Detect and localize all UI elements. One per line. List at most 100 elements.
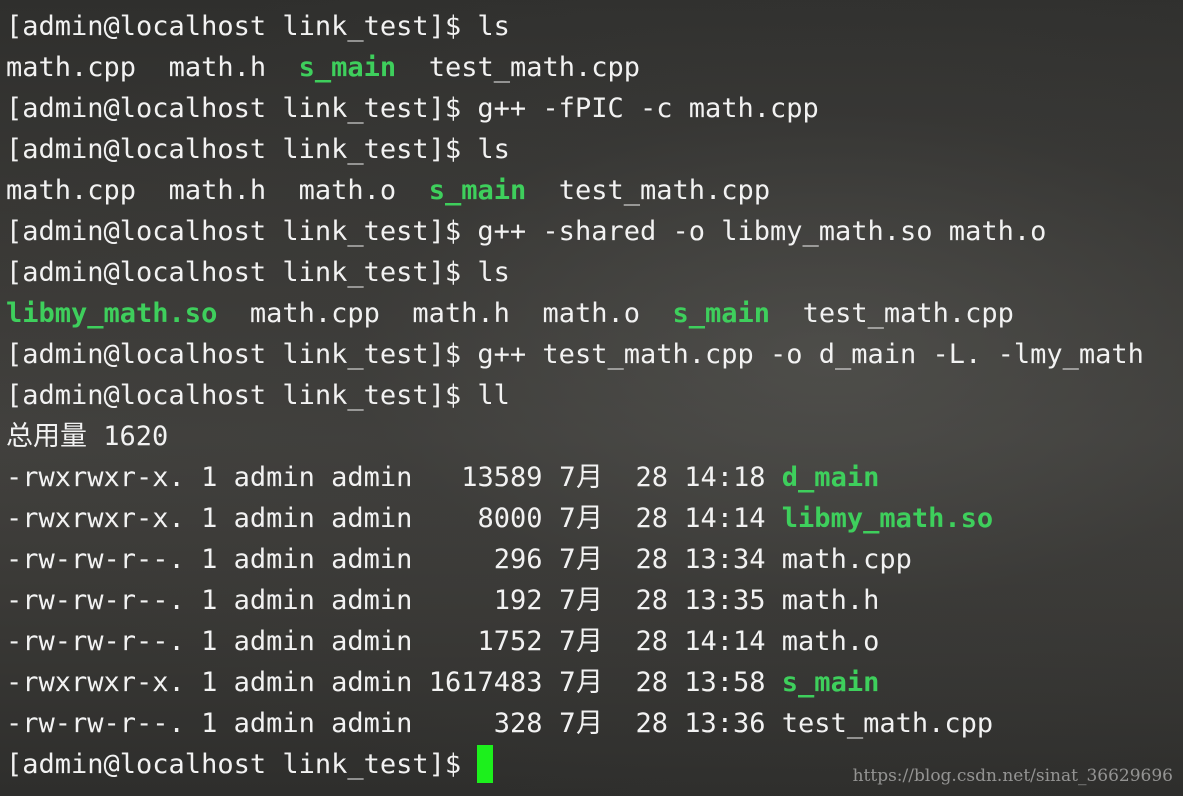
- file-permissions: -rw-rw-r--.: [6, 708, 185, 739]
- command-text: g++ -fPIC -c math.cpp: [477, 93, 819, 124]
- text-cursor: [477, 744, 494, 783]
- file-owner: admin: [233, 708, 315, 739]
- command-text: g++ -shared -o libmy_math.so math.o: [477, 216, 1047, 247]
- file-time: 13:35: [684, 585, 766, 616]
- file-size: 8000: [428, 503, 543, 534]
- file-day: 28: [635, 667, 668, 698]
- file-name: libmy_math.so: [781, 503, 994, 534]
- file-month: 7月: [558, 462, 603, 493]
- command-line: [admin@localhost link_test]$ ls: [6, 129, 510, 170]
- file-owner: admin: [233, 503, 315, 534]
- file-owner: admin: [233, 585, 315, 616]
- file-name: math.o: [781, 626, 880, 657]
- command-line: [admin@localhost link_test]$ ls: [6, 252, 510, 293]
- file-size: 296: [428, 544, 543, 575]
- file-listing-row: -rw-rw-r--. 1 admin admin 1752 7月 28 14:…: [6, 621, 879, 662]
- shell-prompt: [admin@localhost link_test]$: [6, 339, 478, 370]
- file-listing-row: -rw-rw-r--. 1 admin admin 192 7月 28 13:3…: [6, 580, 879, 621]
- file-owner: admin: [233, 544, 315, 575]
- file-name: math.cpp: [6, 52, 137, 83]
- file-size: 192: [428, 585, 543, 616]
- file-name: math.h: [781, 585, 880, 616]
- command-line: [admin@localhost link_test]$ ls: [6, 6, 510, 47]
- shell-prompt: [admin@localhost link_test]$: [6, 93, 478, 124]
- shell-prompt: [admin@localhost link_test]$: [6, 257, 478, 288]
- file-listing-row: -rw-rw-r--. 1 admin admin 296 7月 28 13:3…: [6, 539, 912, 580]
- file-permissions: -rw-rw-r--.: [6, 544, 185, 575]
- link-count: 1: [201, 667, 218, 698]
- terminal-window[interactable]: [admin@localhost link_test]$ ls math.cpp …: [6, 6, 1176, 790]
- file-day: 28: [635, 503, 668, 534]
- file-month: 7月: [558, 626, 603, 657]
- shell-prompt: [admin@localhost link_test]$: [6, 216, 478, 247]
- file-day: 28: [635, 462, 668, 493]
- file-listing-row: -rwxrwxr-x. 1 admin admin 8000 7月 28 14:…: [6, 498, 993, 539]
- file-owner: admin: [233, 667, 315, 698]
- command-text: ls: [477, 134, 510, 165]
- file-owner: admin: [233, 626, 315, 657]
- command-line: [admin@localhost link_test]$ g++ test_ma…: [6, 334, 1144, 375]
- file-name: math.h: [168, 52, 267, 83]
- file-month: 7月: [558, 544, 603, 575]
- active-prompt: [admin@localhost link_test]$: [6, 744, 494, 785]
- file-name: math.cpp: [781, 544, 912, 575]
- file-group: admin: [331, 626, 413, 657]
- file-group: admin: [331, 544, 413, 575]
- file-time: 14:14: [684, 626, 766, 657]
- file-size: 13589: [428, 462, 543, 493]
- link-count: 1: [201, 626, 218, 657]
- command-text: g++ test_math.cpp -o d_main -L. -lmy_mat…: [477, 339, 1144, 370]
- file-name: math.h: [168, 175, 267, 206]
- file-name: s_main: [672, 298, 771, 329]
- command-text: ll: [477, 380, 510, 411]
- file-group: admin: [331, 585, 413, 616]
- shell-prompt: [admin@localhost link_test]$: [6, 749, 478, 780]
- file-name: test_math.cpp: [781, 708, 994, 739]
- file-permissions: -rw-rw-r--.: [6, 626, 185, 657]
- total-line: 总用量 1620: [6, 416, 168, 457]
- file-size: 328: [428, 708, 543, 739]
- link-count: 1: [201, 708, 218, 739]
- link-count: 1: [201, 503, 218, 534]
- file-time: 13:34: [684, 544, 766, 575]
- file-listing-row: -rw-rw-r--. 1 admin admin 328 7月 28 13:3…: [6, 703, 993, 744]
- file-name: test_math.cpp: [558, 175, 771, 206]
- file-name: test_math.cpp: [802, 298, 1014, 329]
- file-size: 1617483: [428, 667, 543, 698]
- file-size: 1752: [428, 626, 543, 657]
- file-time: 14:14: [684, 503, 766, 534]
- file-name: s_main: [298, 52, 397, 83]
- file-group: admin: [331, 503, 413, 534]
- file-owner: admin: [233, 462, 315, 493]
- ls-output: math.cpp math.h s_main test_math.cpp: [6, 47, 640, 88]
- file-name: math.h: [412, 298, 510, 329]
- file-month: 7月: [558, 708, 603, 739]
- link-count: 1: [201, 585, 218, 616]
- file-month: 7月: [558, 667, 603, 698]
- file-group: admin: [331, 708, 413, 739]
- command-text: ls: [477, 257, 510, 288]
- command-line: [admin@localhost link_test]$ ll: [6, 375, 510, 416]
- file-month: 7月: [558, 503, 603, 534]
- file-name: math.cpp: [6, 175, 137, 206]
- file-day: 28: [635, 708, 668, 739]
- file-time: 13:58: [684, 667, 766, 698]
- file-group: admin: [331, 667, 413, 698]
- file-name: s_main: [428, 175, 527, 206]
- file-permissions: -rw-rw-r--.: [6, 585, 185, 616]
- file-name: s_main: [781, 667, 880, 698]
- file-permissions: -rwxrwxr-x.: [6, 503, 185, 534]
- ls-output: math.cpp math.h math.o s_main test_math.…: [6, 170, 770, 211]
- file-name: math.o: [542, 298, 641, 329]
- total-value: 1620: [103, 421, 169, 452]
- file-time: 14:18: [684, 462, 766, 493]
- file-name: math.cpp: [249, 298, 380, 329]
- file-month: 7月: [558, 585, 603, 616]
- file-name: math.o: [298, 175, 397, 206]
- file-listing-row: -rwxrwxr-x. 1 admin admin 1617483 7月 28 …: [6, 662, 879, 703]
- ls-output: libmy_math.so math.cpp math.h math.o s_m…: [6, 293, 1014, 334]
- command-line: [admin@localhost link_test]$ g++ -fPIC -…: [6, 88, 819, 129]
- file-day: 28: [635, 544, 668, 575]
- link-count: 1: [201, 544, 218, 575]
- file-day: 28: [635, 626, 668, 657]
